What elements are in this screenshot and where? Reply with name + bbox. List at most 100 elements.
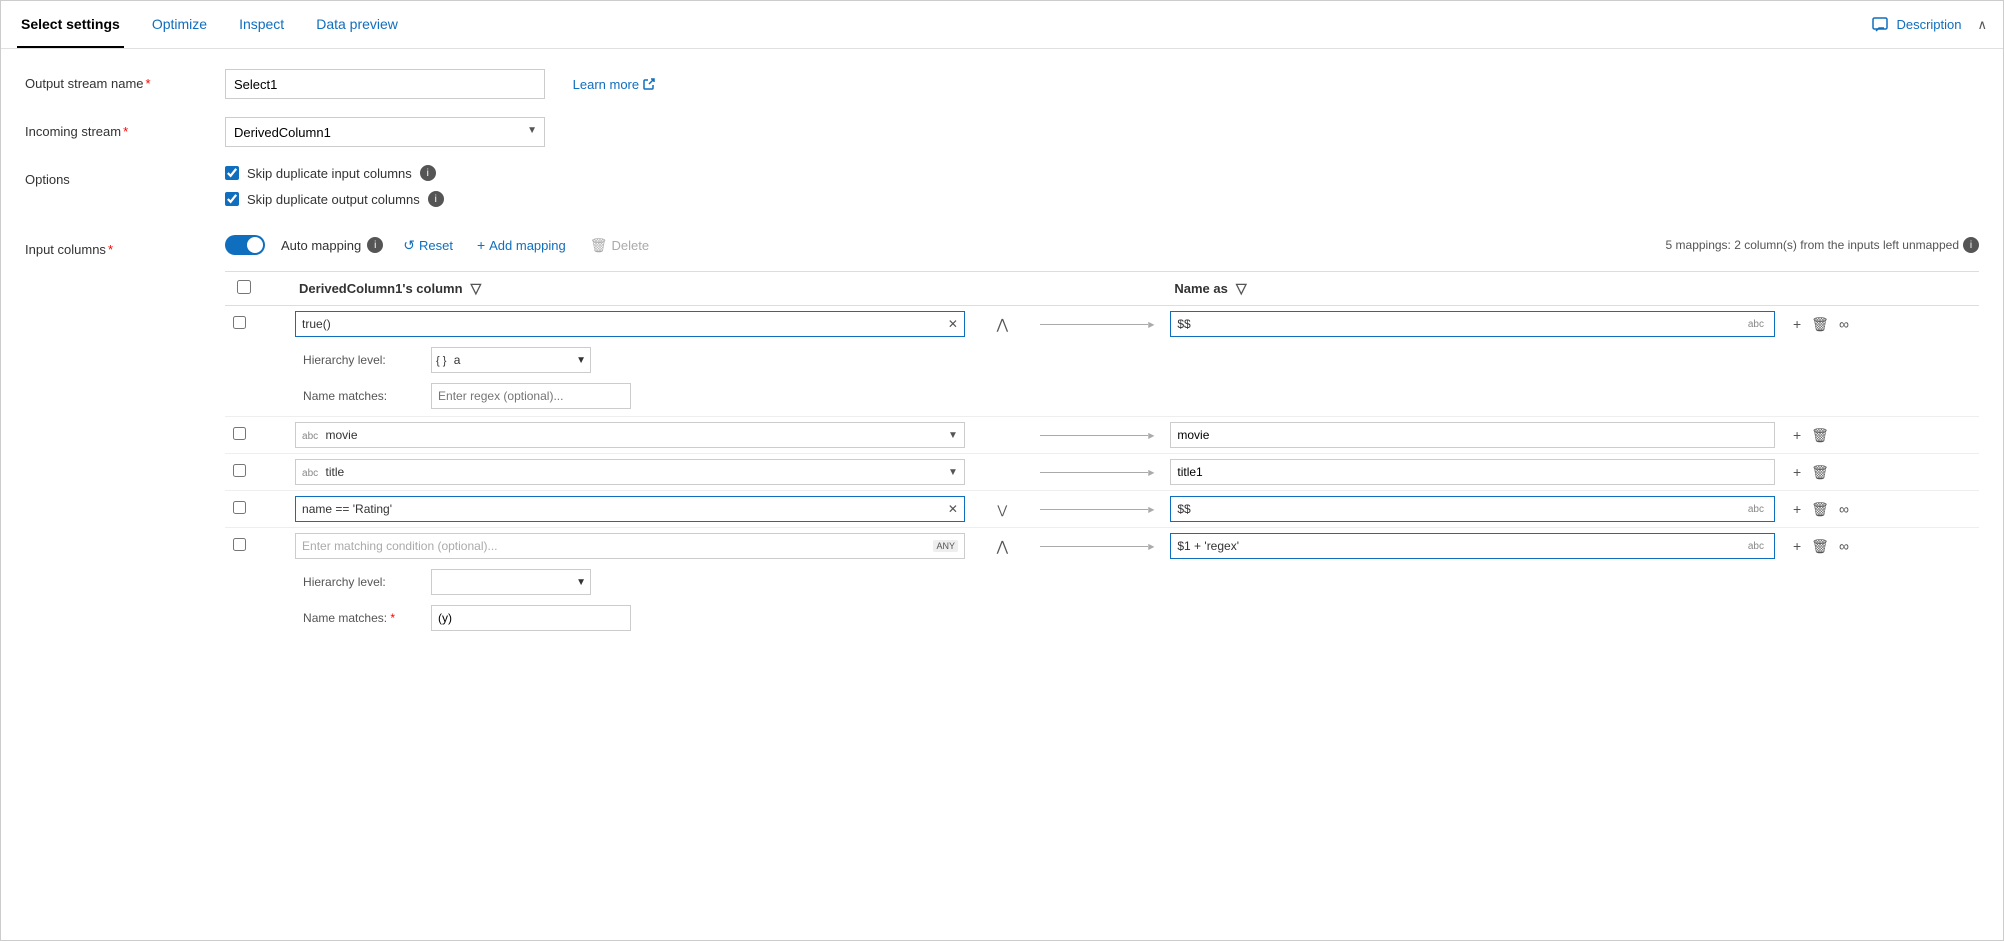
row2-delete-btn[interactable]: 🗑 (1809, 425, 1831, 446)
incoming-stream-label: Incoming stream* (25, 117, 225, 139)
learn-more-link[interactable]: Learn more (573, 71, 655, 92)
row2-action-buttons: + 🗑 (1791, 425, 1971, 446)
row2-source-input[interactable]: abc movie ▼ (295, 422, 965, 448)
row1-delete-btn[interactable]: 🗑 (1809, 314, 1831, 335)
row2-checkbox[interactable] (233, 427, 246, 440)
description-label: Description (1896, 17, 1961, 32)
row1-checkbox[interactable] (233, 316, 246, 329)
row5-link-btn[interactable]: ∞ (1837, 536, 1851, 556)
row1-action-buttons: + 🗑 ∞ (1791, 314, 1971, 335)
row1-namematches-input[interactable] (431, 383, 631, 409)
row4-target: $$ abc (1162, 491, 1783, 528)
tab-optimize[interactable]: Optimize (148, 1, 211, 48)
row3-actions: + 🗑 (1783, 454, 1979, 491)
row4-link-btn[interactable]: ∞ (1837, 499, 1851, 519)
row4-target-input[interactable]: $$ abc (1170, 496, 1775, 522)
row1-expand-icon[interactable]: ⋀ (997, 316, 1008, 332)
row1-hierarchy-select[interactable]: { } a ▼ (431, 347, 591, 373)
reset-button[interactable]: ↺ Reset (399, 237, 457, 254)
row4-add-btn[interactable]: + (1791, 499, 1803, 519)
row2-target-input[interactable] (1170, 422, 1775, 448)
row5-checkbox[interactable] (233, 538, 246, 551)
auto-mapping-toggle[interactable] (225, 235, 265, 255)
skip-duplicate-input-checkbox[interactable] (225, 166, 239, 180)
source-filter-icon[interactable]: ▽ (471, 280, 482, 297)
row5-namematches-input[interactable] (431, 605, 631, 631)
tab-data-preview[interactable]: Data preview (312, 1, 402, 48)
external-link-icon (643, 78, 655, 90)
input-columns-row: Input columns* Auto mapping i ↺ Reset (25, 235, 1979, 638)
skip-duplicate-output-row: Skip duplicate output columns i (225, 191, 1979, 207)
tabs: Select settings Optimize Inspect Data pr… (17, 1, 402, 48)
row3-add-btn[interactable]: + (1791, 462, 1803, 482)
th-nameas: Name as ▽ (1162, 272, 1783, 306)
row1-source: true() ✕ (287, 306, 973, 343)
row1-source-clear-icon[interactable]: ✕ (948, 317, 958, 331)
row5-delete-btn[interactable]: 🗑 (1809, 536, 1831, 557)
mapping-table: DerivedColumn1's column ▽ Name as ▽ (225, 271, 1979, 638)
row4-source-input[interactable]: name == 'Rating' ✕ (295, 496, 965, 522)
skip-input-info-icon[interactable]: i (420, 165, 436, 181)
row2-arrow (1032, 417, 1163, 454)
skip-output-info-icon[interactable]: i (428, 191, 444, 207)
row5-hierarchy-select[interactable]: ▼ (431, 569, 591, 595)
row3-source-input[interactable]: abc title ▼ (295, 459, 965, 485)
row5-target-input[interactable]: $1 + 'regex' abc (1170, 533, 1775, 559)
any-badge: ANY (933, 540, 958, 552)
th-check (225, 272, 287, 306)
row4-actions: + 🗑 ∞ (1783, 491, 1979, 528)
row1-namematches-label: Name matches: (303, 389, 423, 403)
row3-delete-btn[interactable]: 🗑 (1809, 462, 1831, 483)
row3-expand (973, 454, 1032, 491)
row4-source-clear-icon[interactable]: ✕ (948, 502, 958, 516)
row1-source-input[interactable]: true() ✕ (295, 311, 965, 337)
mapping-info-icon[interactable]: i (1963, 237, 1979, 253)
row1-expand: ⋀ (973, 306, 1032, 343)
row5-source-input[interactable]: Enter matching condition (optional)... A… (295, 533, 965, 559)
incoming-stream-select[interactable]: DerivedColumn1 (225, 117, 545, 147)
row5-action-buttons: + 🗑 ∞ (1791, 536, 1971, 557)
tab-inspect[interactable]: Inspect (235, 1, 288, 48)
row5-namematches-label: Name matches: * (303, 611, 423, 625)
auto-mapping-info-icon[interactable]: i (367, 237, 383, 253)
row5-actions: + 🗑 ∞ (1783, 528, 1979, 565)
row4-checkbox[interactable] (233, 501, 246, 514)
row1-target-input[interactable]: $$ abc (1170, 311, 1775, 337)
tab-bar: Select settings Optimize Inspect Data pr… (1, 1, 2003, 49)
row3-target (1162, 454, 1783, 491)
collapse-icon[interactable]: ∧ (1977, 17, 1987, 33)
row4-delete-btn[interactable]: 🗑 (1809, 499, 1831, 520)
skip-duplicate-output-checkbox[interactable] (225, 192, 239, 206)
row1-add-btn[interactable]: + (1791, 314, 1803, 334)
row3-checkbox[interactable] (233, 464, 246, 477)
row5-expand-icon[interactable]: ⋀ (997, 538, 1008, 554)
mapping-info: 5 mappings: 2 column(s) from the inputs … (1666, 237, 1979, 253)
row5-hierarchy-label: Hierarchy level: (303, 575, 423, 589)
row4-expand-icon[interactable]: ⋁ (997, 503, 1007, 517)
row1-sub-namematches: Name matches: (225, 378, 1979, 417)
row2-expand (973, 417, 1032, 454)
delete-button[interactable]: 🗑 Delete (586, 237, 653, 254)
row5-add-btn[interactable]: + (1791, 536, 1803, 556)
description-button[interactable]: Description ∧ (1872, 17, 1987, 33)
tab-select-settings[interactable]: Select settings (17, 1, 124, 48)
row3-source: abc title ▼ (287, 454, 973, 491)
incoming-stream-control: DerivedColumn1 ▼ (225, 117, 1979, 147)
row5-hierarchy-row: Hierarchy level: ▼ (295, 567, 1154, 597)
chat-icon (1872, 17, 1888, 33)
row1-hierarchy-label: Hierarchy level: (303, 353, 423, 367)
skip-duplicate-input-row: Skip duplicate input columns i (225, 165, 1979, 181)
row4-check (225, 491, 287, 528)
row1-link-btn[interactable]: ∞ (1837, 314, 1851, 334)
header-checkbox[interactable] (237, 280, 251, 294)
output-stream-label: Output stream name* (25, 69, 225, 91)
incoming-stream-select-wrapper: DerivedColumn1 ▼ (225, 117, 545, 147)
row3-target-input[interactable] (1170, 459, 1775, 485)
row5-sub-namematches: Name matches: * (225, 600, 1979, 638)
add-mapping-button[interactable]: + Add mapping (473, 237, 570, 253)
target-filter-icon[interactable]: ▽ (1236, 280, 1247, 297)
row2-add-btn[interactable]: + (1791, 425, 1803, 445)
th-actions (1783, 272, 1979, 306)
row1-hierarchy-row: Hierarchy level: { } a ▼ (295, 345, 1154, 375)
output-stream-input[interactable] (225, 69, 545, 99)
